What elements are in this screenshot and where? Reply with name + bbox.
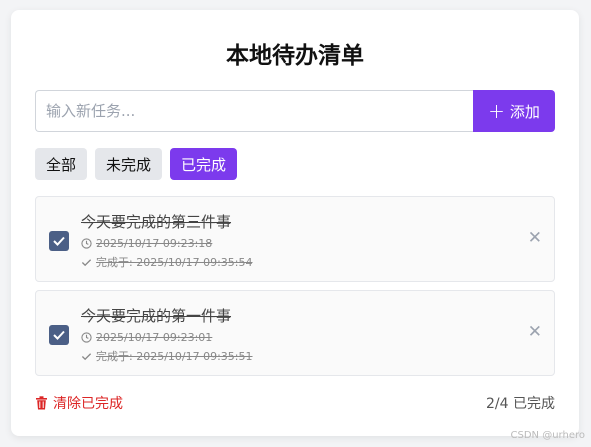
footer: 清除已完成 2/4 已完成 [35,393,555,413]
page-title: 本地待办清单 [226,43,364,69]
watermark: CSDN @urhero [510,430,585,441]
delete-icon[interactable]: ✕ [528,230,542,247]
clear-completed-button[interactable]: 清除已完成 [35,393,123,413]
filter-active-button[interactable]: 未完成 [95,148,163,180]
todo-text: 今天要完成的第三件事 [81,213,232,231]
todo-completed-time: 完成于: 2025/10/17 09:35:54 [81,254,253,270]
todo-list: 今天要完成的第三件事 2025/10/17 09:23:18 完成于: 2025… [35,196,555,384]
clock-icon [81,238,92,249]
delete-icon[interactable]: ✕ [528,324,542,341]
trash-icon [36,396,47,410]
filter-completed-button[interactable]: 已完成 [170,148,238,180]
todo-completed-value: 完成于: 2025/10/17 09:35:51 [96,350,253,363]
clear-completed-label: 清除已完成 [53,396,123,412]
checkmark-icon [53,236,65,246]
check-small-icon [81,352,92,360]
check-small-icon [81,258,92,266]
todo-text: 今天要完成的第一件事 [81,307,232,325]
clock-icon [81,332,92,343]
add-task-row: + 添加 [35,90,555,132]
add-button-label: 添加 [509,102,540,121]
filter-all-button[interactable]: 全部 [35,148,88,180]
todo-checkbox[interactable] [49,231,69,251]
filter-bar: 全部 未完成 已完成 [35,148,238,180]
new-task-input[interactable] [35,90,473,132]
todo-checkbox[interactable] [49,325,69,345]
checkmark-icon [53,330,65,340]
todo-created-value: 2025/10/17 09:23:18 [96,237,213,250]
todo-item: 今天要完成的第三件事 2025/10/17 09:23:18 完成于: 2025… [35,196,555,282]
plus-icon: + [488,99,505,123]
completed-count: 2/4 已完成 [486,396,555,412]
todo-completed-value: 完成于: 2025/10/17 09:35:54 [96,256,253,269]
add-button[interactable]: + 添加 [473,90,555,132]
todo-created-time: 2025/10/17 09:23:18 [81,237,212,250]
todo-item: 今天要完成的第一件事 2025/10/17 09:23:01 完成于: 2025… [35,290,555,376]
todo-created-time: 2025/10/17 09:23:01 [81,331,212,344]
todo-completed-time: 完成于: 2025/10/17 09:35:51 [81,348,253,364]
todo-created-value: 2025/10/17 09:23:01 [96,331,213,344]
todo-card: 本地待办清单 + 添加 全部 未完成 已完成 今天要完成的第三件事 [11,10,579,436]
